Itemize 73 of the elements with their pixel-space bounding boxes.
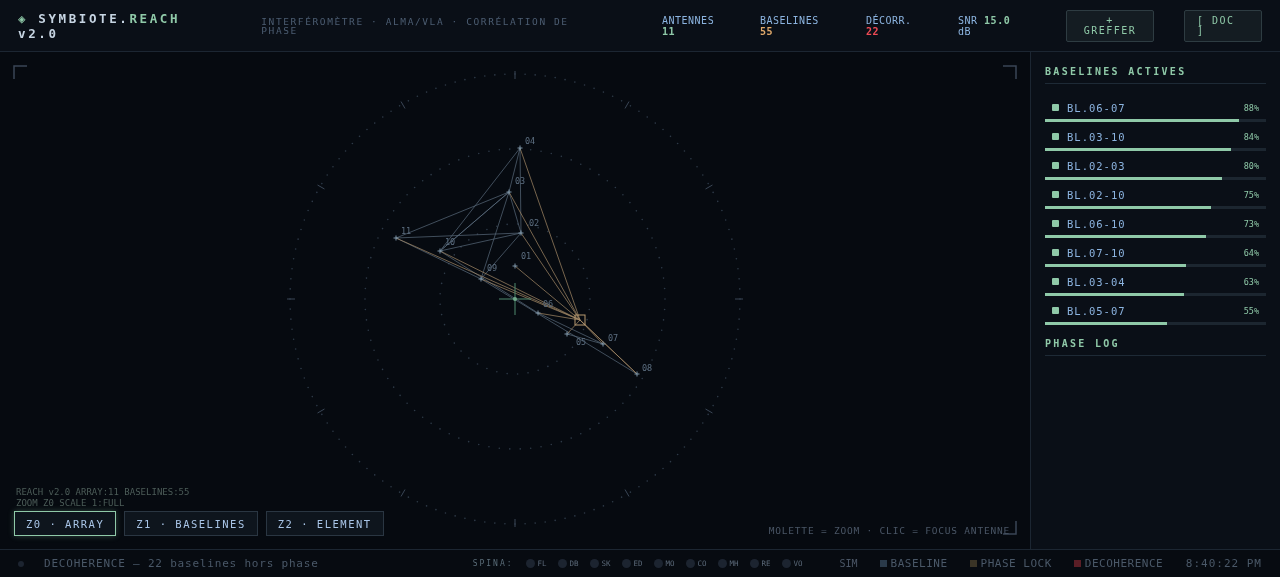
antenna-marker[interactable] (535, 310, 541, 316)
header-button[interactable]: [ DOC ] (1184, 9, 1262, 42)
app-title: ◈ SYMBIOTE.REACH v2.0 (18, 10, 182, 41)
baseline-name[interactable]: BL.06-07 (1067, 101, 1126, 114)
spina-dot[interactable] (525, 559, 535, 568)
antenna-marker[interactable] (564, 331, 570, 337)
baseline-name[interactable]: BL.02-10 (1067, 188, 1126, 201)
antenna-label: 11 (401, 226, 412, 236)
section-title: BASELINES ACTIVES (1045, 66, 1266, 84)
zoom-tab[interactable]: Z2 · ELEMENT (265, 511, 384, 536)
antenna-label: 01 (521, 251, 532, 261)
antenna-label: 06 (543, 299, 554, 309)
spina-label: SPINA: (472, 559, 514, 568)
stat-readout: ANTENNES 11 (662, 14, 716, 37)
baseline-name[interactable]: BL.03-04 (1067, 275, 1126, 288)
spina-dot[interactable] (653, 559, 663, 568)
corner-bracket (1002, 65, 1017, 80)
focus-marker (574, 314, 586, 326)
corner-bracket (13, 65, 28, 80)
zoom-tab[interactable]: Z0 · ARRAY (14, 511, 117, 536)
clock-text: 8:40:22 PM (1185, 557, 1262, 570)
antenna-marker[interactable] (478, 276, 484, 282)
baseline-percent: 75% (1243, 189, 1259, 200)
legend-label: PHASE LOCK (980, 557, 1052, 570)
antenna-marker[interactable] (518, 230, 524, 236)
baseline-name[interactable]: BL.06-10 (1067, 217, 1126, 230)
status-text: REACH v2.0 ARRAY:11 BASELINES:55 (15, 487, 191, 498)
antenna-marker[interactable] (512, 263, 518, 269)
antenna-label: 04 (525, 136, 536, 146)
status-dot (18, 560, 24, 567)
antenna-label: 07 (608, 333, 619, 343)
baseline-percent: 64% (1243, 247, 1259, 258)
baseline-name[interactable]: BL.02-03 (1067, 159, 1126, 172)
antenna-marker[interactable] (600, 341, 606, 347)
crosshair-icon (498, 282, 532, 316)
antenna-marker[interactable] (393, 235, 399, 241)
antenna-label: 08 (642, 363, 653, 373)
hint-text: MOLETTE = ZOOM · CLIC = FOCUS ANTENNE (768, 525, 1010, 536)
status-text: ZOOM Z0 SCALE 1:FULL (15, 498, 126, 509)
baseline-percent: 88% (1243, 102, 1259, 113)
section-title: PHASE LOG (1045, 338, 1266, 356)
spina-dot[interactable] (621, 559, 631, 568)
baseline-name[interactable]: BL.05-07 (1067, 304, 1126, 317)
spina-dot[interactable] (749, 559, 759, 568)
antenna-marker[interactable] (517, 145, 523, 151)
baseline-name[interactable]: BL.07-10 (1067, 246, 1126, 259)
antenna-marker[interactable] (437, 248, 443, 254)
app-subtitle: INTERFÉROMÈTRE · ALMA/VLA · CORRÉLATION DE PHASE (261, 16, 570, 35)
stat-readout: DÉCORR. 22 (866, 14, 913, 37)
spina-dot[interactable] (589, 559, 599, 568)
mode-text: SIM (839, 558, 858, 569)
antenna-marker[interactable] (506, 189, 512, 195)
antenna-label: 02 (529, 218, 540, 228)
stat-readout: BASELINES 55 (760, 14, 820, 37)
legend-label: DECOHERENCE (1084, 557, 1164, 570)
antenna-marker[interactable] (634, 371, 640, 377)
baseline-percent: 80% (1243, 160, 1259, 171)
zoom-tab[interactable]: Z1 · BASELINES (124, 511, 258, 536)
antenna-label: 05 (576, 337, 587, 347)
spina-dot[interactable] (781, 559, 791, 568)
header-button[interactable]: + GREFFER (1066, 9, 1154, 42)
baseline-percent: 55% (1243, 305, 1259, 316)
baseline-percent: 63% (1243, 276, 1259, 287)
baseline-percent: 73% (1243, 218, 1259, 229)
antenna-label: 09 (487, 263, 498, 273)
status-message: DECOHERENCE — 22 baselines hors phase (44, 557, 319, 570)
spina-dot[interactable] (685, 559, 695, 568)
baseline-name[interactable]: BL.03-10 (1067, 130, 1126, 143)
legend-label: BASELINE (890, 557, 948, 570)
spina-dot[interactable] (557, 559, 567, 568)
baseline-percent: 84% (1243, 131, 1259, 142)
spina-dot[interactable] (717, 559, 727, 568)
stat-readout: SNR 15.0 dB (958, 14, 1012, 37)
